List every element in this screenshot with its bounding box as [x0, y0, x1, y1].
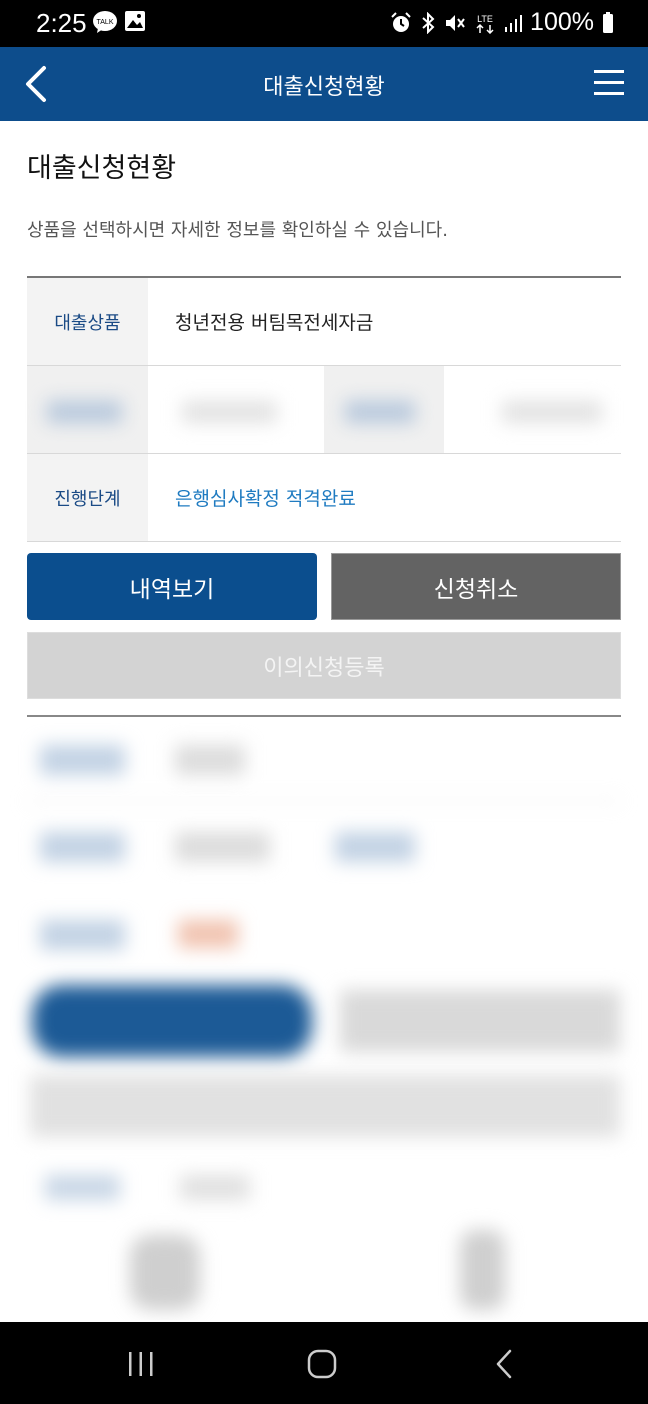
row-label: 진행단계 [27, 454, 148, 541]
status-bar: 2:25 TALK LTE 100% [0, 0, 648, 47]
image-icon [125, 11, 145, 31]
lte-icon: LTE [476, 14, 494, 34]
bluetooth-icon [422, 11, 435, 34]
status-time: 2:25 [36, 8, 87, 38]
view-history-button[interactable]: 내역보기 [27, 553, 317, 620]
loan-info-table: 대출상품 청년전용 버팀목전세자금 진행단계 은행심사확정 적격완료 [27, 276, 621, 542]
kakaotalk-icon: TALK [93, 11, 117, 33]
cancel-application-button[interactable]: 신청취소 [331, 553, 621, 620]
divider [27, 715, 621, 717]
blurred-row [27, 366, 621, 454]
signal-icon [505, 14, 523, 32]
row-label: 대출상품 [27, 278, 148, 365]
system-nav-bar [0, 1322, 648, 1404]
back-icon[interactable] [490, 1348, 518, 1380]
battery-icon [603, 11, 613, 33]
alarm-icon [391, 11, 411, 32]
register-objection-button[interactable]: 이의신청등록 [27, 632, 621, 699]
mute-icon [446, 14, 465, 31]
svg-text:LTE: LTE [477, 14, 493, 24]
recent-apps-icon[interactable] [126, 1350, 156, 1378]
app-header: 대출신청현황 [0, 47, 648, 121]
table-row-status[interactable]: 진행단계 은행심사확정 적격완료 [27, 454, 621, 542]
loan-product-value: 청년전용 버팀목전세자금 [175, 312, 374, 334]
battery-percent: 100% [530, 8, 594, 36]
blurred-content [0, 720, 648, 1320]
header-title: 대출신청현황 [263, 75, 385, 100]
progress-status-value: 은행심사확정 적격완료 [175, 488, 356, 510]
page-description: 상품을 선택하시면 자세한 정보를 확인하실 수 있습니다. [27, 220, 448, 241]
hamburger-menu-icon[interactable] [592, 67, 626, 99]
page-title: 대출신청현황 [27, 153, 177, 184]
table-row-product[interactable]: 대출상품 청년전용 버팀목전세자금 [27, 278, 621, 366]
home-icon[interactable] [306, 1348, 338, 1380]
svg-text:TALK: TALK [97, 19, 114, 26]
